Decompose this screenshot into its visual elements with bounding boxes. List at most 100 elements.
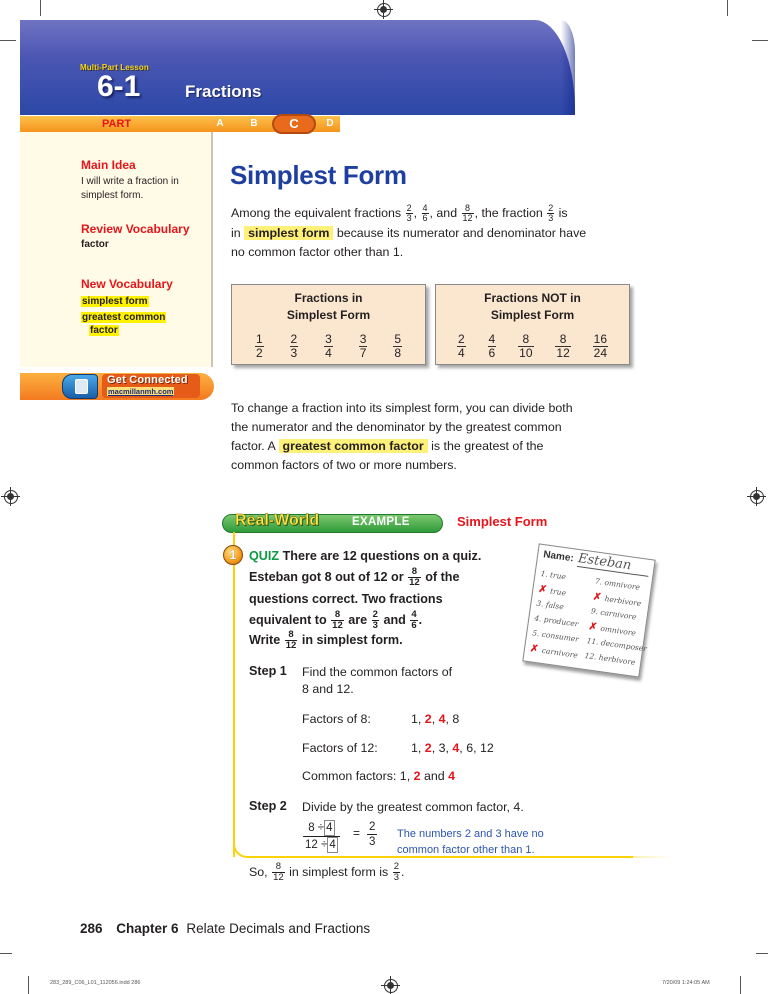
answer-text: true: [549, 586, 567, 598]
text: , and: [429, 206, 458, 220]
text: is the greatest of the: [431, 439, 544, 453]
paper-answer: 3. false: [536, 599, 564, 612]
get-connected-link[interactable]: macmillanmh.com: [107, 387, 175, 396]
denominator: 3: [548, 213, 554, 224]
lesson-number: 6-1: [97, 70, 141, 103]
new-term-gcf[interactable]: greatest common: [81, 312, 167, 323]
crop-mark: [0, 40, 16, 41]
text: in simplest form is: [289, 864, 389, 879]
review-term: factor: [81, 239, 109, 250]
get-connected-button[interactable]: Get Connected macmillanmh.com: [20, 373, 214, 400]
fraction-row: 24 46 8 10 8 12 16 24: [436, 333, 629, 360]
fraction: 24: [456, 333, 466, 360]
new-term: factor: [89, 325, 119, 336]
separator: ,: [417, 712, 425, 726]
registration-mark-icon: [747, 487, 766, 506]
part-tab-c[interactable]: C: [272, 114, 316, 134]
table-heading: Fractions NOT in Simplest Form: [436, 290, 629, 324]
numerator: 16: [592, 332, 609, 347]
new-term-simplest-form[interactable]: simplest form: [81, 296, 149, 307]
numerator: 8: [518, 333, 534, 347]
intro-line-3: no common factor other than 1.: [231, 245, 404, 259]
computer-icon: [62, 374, 98, 399]
factors-8-label: Factors of 8:: [302, 712, 371, 726]
text: are: [348, 613, 368, 627]
denominator: 12: [556, 346, 570, 360]
factor-value: 3: [438, 741, 446, 755]
table-not-simplest-form: Fractions NOT in Simplest Form 24 46 8 10 …: [435, 284, 630, 365]
denominator: 6: [411, 620, 417, 632]
numerator: 3: [358, 332, 368, 347]
text: is: [558, 206, 568, 220]
fraction: 23: [289, 332, 299, 360]
part-tab-b[interactable]: B: [244, 116, 264, 132]
new-term: simplest form: [81, 296, 149, 307]
answer-text: carnivore: [541, 645, 579, 660]
text: There are 12 questions on a quiz.: [282, 549, 482, 563]
fraction: 12: [254, 333, 264, 360]
part-tab-a[interactable]: A: [210, 116, 230, 132]
keyword-greatest-common-factor[interactable]: greatest common factor: [278, 439, 428, 453]
separator: ,: [473, 741, 480, 755]
answer-text: false: [545, 599, 565, 612]
step-2-note: The numbers 2 and 3 have no common factor…: [397, 826, 544, 858]
text: and: [423, 769, 445, 783]
text: Write: [249, 633, 281, 647]
answer-text: decomposer: [600, 638, 648, 654]
denominator: 8: [394, 346, 402, 360]
denominator: 12: [273, 872, 284, 883]
numerator: 2: [367, 821, 378, 835]
quiz-label: QUIZ: [249, 549, 280, 563]
answer-text: herbivore: [598, 652, 637, 667]
denominator: 6: [422, 213, 428, 224]
numerator: 8: [555, 333, 571, 347]
answer-text: herbivore: [604, 594, 642, 609]
part-tabs: PART A B C D: [20, 114, 340, 134]
step-1-text: 8 and 12.: [302, 682, 354, 696]
text: , the fraction: [474, 206, 543, 220]
keyword-simplest-form[interactable]: simplest form: [244, 226, 334, 240]
factor-value-highlighted: 4: [438, 712, 446, 726]
fraction: 8 12: [284, 630, 298, 651]
heading-line: Fractions in: [294, 291, 363, 305]
numerator: 2: [289, 332, 299, 347]
denominator: 24: [593, 346, 608, 360]
intro-line-2: in simplest form because its numerator a…: [231, 224, 586, 243]
denominator: 2: [255, 346, 263, 360]
factor-value: 1: [411, 741, 418, 755]
text: Among the equivalent fractions: [231, 206, 402, 220]
fraction: 8 12: [272, 862, 285, 883]
answer-text: omnivore: [599, 623, 637, 638]
table-heading: Fractions in Simplest Form: [232, 290, 425, 324]
banner-real-world: Real-World: [235, 512, 320, 529]
review-vocabulary-heading: Review Vocabulary: [81, 222, 190, 236]
part-tab-d[interactable]: D: [320, 116, 340, 132]
page-footer: 286 Chapter 6 Relate Decimals and Fracti…: [80, 921, 370, 936]
text: ,: [413, 206, 418, 220]
factors-12-label: Factors of 12:: [302, 741, 378, 755]
factor-value: 12: [479, 741, 494, 755]
answer-text: producer: [543, 614, 579, 629]
step-1-label: Step 1: [249, 664, 287, 678]
fraction: 46: [487, 333, 497, 360]
paper-answer: 11. decomposer: [586, 636, 647, 653]
question-line-5: Write 8 12 in simplest form.: [249, 630, 403, 651]
question-line-2: Esteban got 8 out of 12 or 8 12 of the: [249, 567, 460, 588]
main-idea-line: I will write a fraction in: [81, 176, 179, 187]
lesson-title: Fractions: [185, 82, 262, 101]
factor-value-highlighted: 4: [448, 769, 455, 783]
note-line: The numbers 2 and 3 have no: [397, 828, 544, 840]
heading-line: Simplest Form: [286, 308, 371, 322]
denominator: 12: [409, 577, 420, 589]
new-term: greatest common: [81, 312, 167, 323]
question-line-1: QUIZ There are 12 questions on a quiz.: [249, 546, 481, 566]
fraction: 23: [405, 204, 413, 223]
separator: ,: [431, 741, 439, 755]
text: So,: [249, 864, 268, 879]
text: because its numerator and denominator ha…: [336, 226, 587, 240]
conclusion: So, 8 12 in simplest form is 23.: [249, 862, 404, 883]
fraction: 8 10: [518, 333, 534, 360]
gcf-line-3: factor. A greatest common factor is the …: [231, 437, 543, 456]
new-term-gcf-cont[interactable]: factor: [89, 325, 119, 336]
sidebar: Main Idea I will write a fraction in sim…: [20, 132, 213, 367]
